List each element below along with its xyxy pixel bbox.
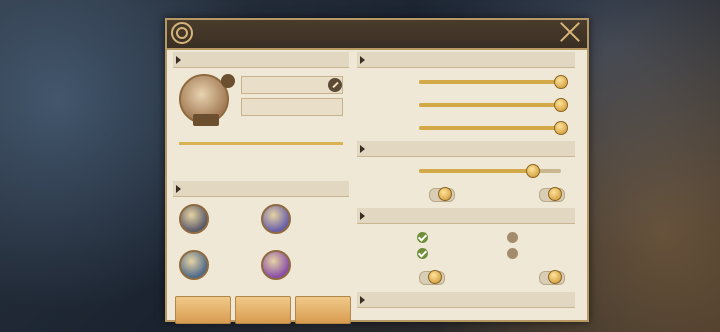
settings-column	[357, 52, 579, 314]
history-card[interactable]	[179, 248, 263, 286]
op-mode-option[interactable]	[507, 232, 521, 244]
profile-column	[173, 52, 351, 324]
history-card[interactable]	[261, 202, 345, 240]
checkmark-icon	[417, 232, 428, 243]
section-battle-header	[357, 208, 575, 224]
radio-empty-icon	[507, 248, 518, 259]
user-center-button[interactable]	[295, 296, 351, 324]
section-audio-header	[357, 52, 575, 68]
sfx-volume-knob[interactable]	[554, 98, 568, 112]
dialog-header	[167, 20, 587, 50]
rank-badge-icon	[261, 204, 291, 234]
music-volume-fill	[419, 80, 561, 84]
op-mode-option-selected[interactable]	[417, 232, 431, 244]
sfx-volume-slider[interactable]	[419, 98, 568, 112]
voice-volume-knob[interactable]	[554, 121, 568, 135]
screen-shake-toggle[interactable]	[429, 187, 455, 202]
screen-shake-toggle-knob	[438, 187, 452, 201]
flip-option-selected[interactable]	[417, 248, 431, 260]
gear-icon	[171, 22, 193, 44]
voice-volume-fill	[419, 126, 561, 130]
exp-bar-fill	[179, 142, 343, 145]
music-volume-slider[interactable]	[419, 75, 568, 89]
avatar-edit-tag[interactable]	[193, 114, 219, 126]
section-history-header	[173, 181, 349, 197]
section-record-header	[357, 292, 575, 308]
radio-empty-icon	[507, 232, 518, 243]
hd-quality-toggle[interactable]	[539, 187, 565, 202]
edit-name-icon[interactable]	[328, 78, 342, 92]
must-kill-toggle-knob	[548, 270, 562, 284]
rank-badge-icon	[179, 250, 209, 280]
redeem-code-button[interactable]	[235, 296, 291, 324]
checkmark-icon	[417, 248, 428, 259]
screen-fit-knob[interactable]	[525, 164, 540, 178]
voice-volume-slider[interactable]	[419, 121, 568, 135]
history-card[interactable]	[179, 202, 263, 240]
section-screen-header	[357, 141, 575, 157]
announcement-button[interactable]	[175, 296, 231, 324]
must-kill-toggle[interactable]	[539, 270, 565, 285]
level-badge	[221, 74, 235, 88]
rank-badge-icon	[261, 250, 291, 280]
flip-option[interactable]	[507, 248, 521, 260]
history-card[interactable]	[261, 248, 345, 286]
settings-dialog	[165, 18, 589, 324]
rank-badge-icon	[179, 204, 209, 234]
music-volume-knob[interactable]	[554, 75, 568, 89]
sfx-volume-fill	[419, 103, 561, 107]
hd-quality-toggle-knob	[548, 187, 562, 201]
damage-text-toggle[interactable]	[419, 270, 445, 285]
screen-fit-fill	[419, 169, 533, 173]
screen-fit-slider[interactable]	[419, 164, 561, 178]
damage-text-toggle-knob	[428, 270, 442, 284]
exp-bar	[179, 142, 343, 145]
guild-status-field	[241, 98, 343, 116]
section-profile-header	[173, 52, 349, 68]
close-icon[interactable]	[557, 19, 583, 45]
